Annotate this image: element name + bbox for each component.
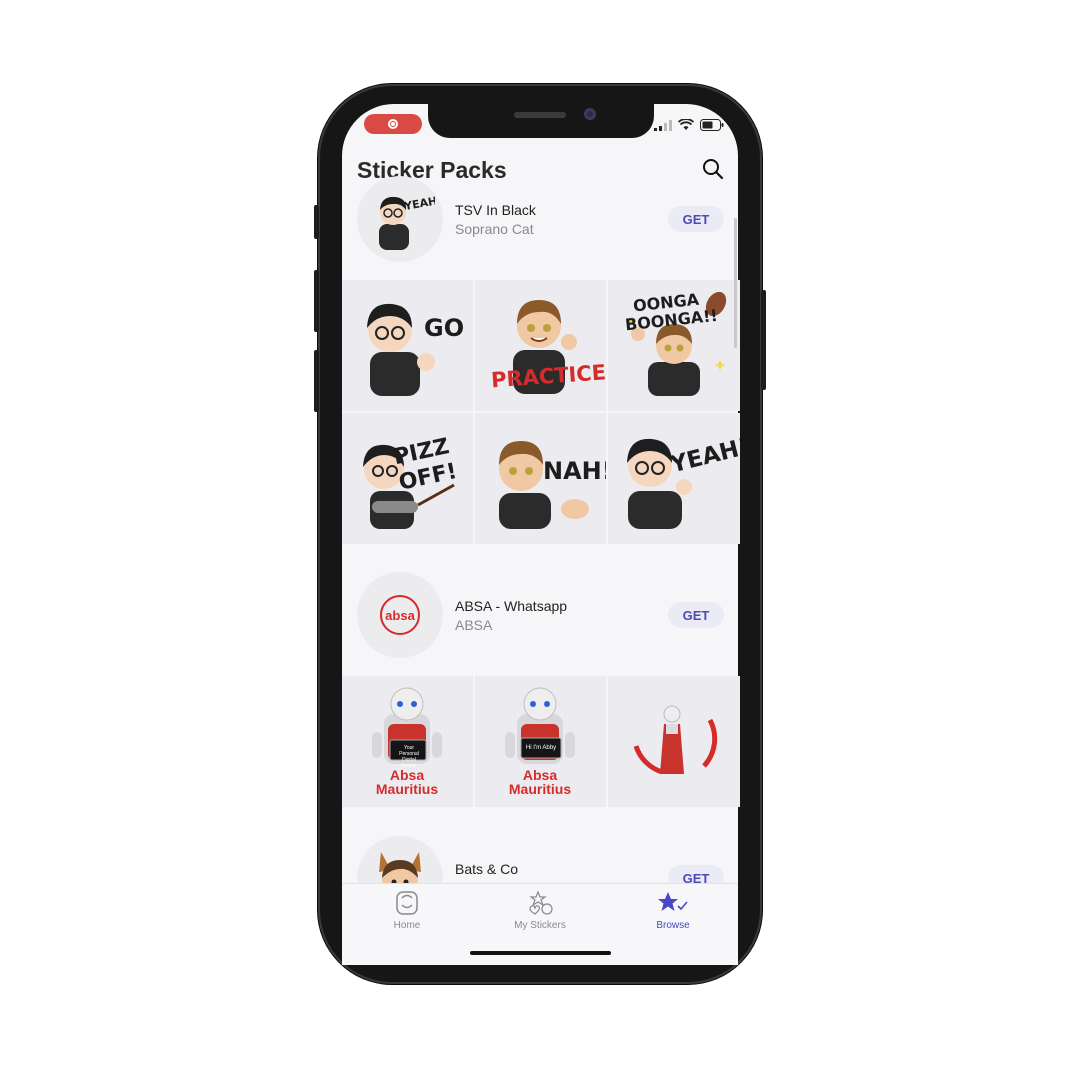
pack-avatar: absa — [357, 572, 443, 658]
tab-my-stickers[interactable]: My Stickers — [485, 890, 595, 931]
pack-row-tsv[interactable]: YEAH! TSV In Black Soprano Cat GET — [342, 176, 738, 284]
absa-logo-text: absa — [385, 607, 415, 623]
star-check-icon — [658, 892, 688, 911]
fox-character-icon — [379, 852, 421, 884]
get-button[interactable]: GET — [668, 865, 724, 884]
status-icons — [654, 119, 724, 131]
sticker-text: Absa Mauritius — [375, 767, 439, 797]
mute-switch — [314, 205, 319, 239]
sticker-text: NAH! — [543, 457, 606, 485]
avatar-sticker-text: YEAH! — [402, 194, 435, 214]
get-button[interactable]: GET — [668, 602, 724, 628]
tab-home[interactable]: Home — [352, 890, 462, 931]
pack-name: Bats & Co — [455, 861, 519, 877]
sticker-pizz-off[interactable]: PIZZ OFF! — [342, 413, 473, 544]
wifi-icon — [678, 119, 694, 130]
volume-up-button — [314, 270, 319, 332]
get-button[interactable]: GET — [668, 206, 724, 232]
notch — [428, 104, 654, 138]
pack-avatar — [357, 836, 443, 884]
screen-recording-indicator[interactable] — [364, 114, 422, 134]
speaker — [514, 112, 566, 118]
sticker-face-icon — [396, 891, 418, 915]
sticker-text: GO — [424, 314, 465, 342]
record-icon — [388, 119, 398, 129]
sticker-character-icon — [627, 438, 692, 529]
pack-row-absa[interactable]: absa ABSA - Whatsapp ABSA GET — [342, 572, 738, 668]
sticker-grid-absa: Your Personal Digital Banker Absa Maurit… — [342, 676, 740, 807]
pack-author: Soprano Cat — [455, 221, 534, 237]
absa-logo: absa — [380, 595, 420, 635]
pack-name: TSV In Black — [455, 202, 536, 218]
robot-spin-icon — [633, 705, 718, 775]
tab-browse[interactable]: Browse — [618, 890, 728, 931]
sticker-absa-robot-spin[interactable] — [608, 676, 740, 807]
robot-screen-text: Hi I'm Abby — [525, 745, 557, 751]
my-stickers-icon — [529, 890, 553, 915]
sticker-text: Absa Mauritius — [508, 767, 572, 797]
sticker-grid-tsv: GO PRACTICE! OONGA BOONGA!! PIZZ OFF! NA… — [342, 280, 740, 544]
pack-author: ABSA — [455, 617, 493, 633]
search-icon[interactable] — [701, 157, 725, 181]
pack-name: ABSA - Whatsapp — [455, 598, 568, 614]
tab-label: Home — [393, 920, 421, 931]
sticker-absa-robot-banker[interactable]: Your Personal Digital Banker Absa Maurit… — [342, 676, 473, 807]
volume-down-button — [314, 350, 319, 412]
home-indicator[interactable] — [470, 951, 611, 955]
sticker-go[interactable]: GO — [342, 280, 473, 411]
sticker-nah[interactable]: NAH! — [475, 413, 606, 544]
avatar-character-icon: YEAH! — [379, 194, 435, 250]
sticker-absa-robot-abby[interactable]: Hi I'm Abby Absa Mauritius — [475, 676, 606, 807]
pack-row-bats[interactable]: Bats & Co GET — [342, 836, 738, 884]
sticker-practice[interactable]: PRACTICE! — [475, 280, 606, 411]
sticker-oonga-boonga[interactable]: OONGA BOONGA!! — [608, 280, 740, 411]
pack-avatar: YEAH! — [357, 176, 443, 262]
signal-icon — [654, 119, 672, 131]
tab-label: Browse — [656, 920, 690, 931]
front-camera — [584, 108, 596, 120]
tab-label: My Stickers — [514, 920, 566, 931]
sticker-character-icon — [367, 303, 435, 396]
battery-icon — [700, 119, 724, 131]
sticker-yeah[interactable]: YEAH! — [608, 413, 740, 544]
robot-screen-text: Your Personal Digital Banker — [399, 745, 419, 769]
power-button — [761, 290, 766, 390]
scrollbar[interactable] — [734, 218, 737, 348]
